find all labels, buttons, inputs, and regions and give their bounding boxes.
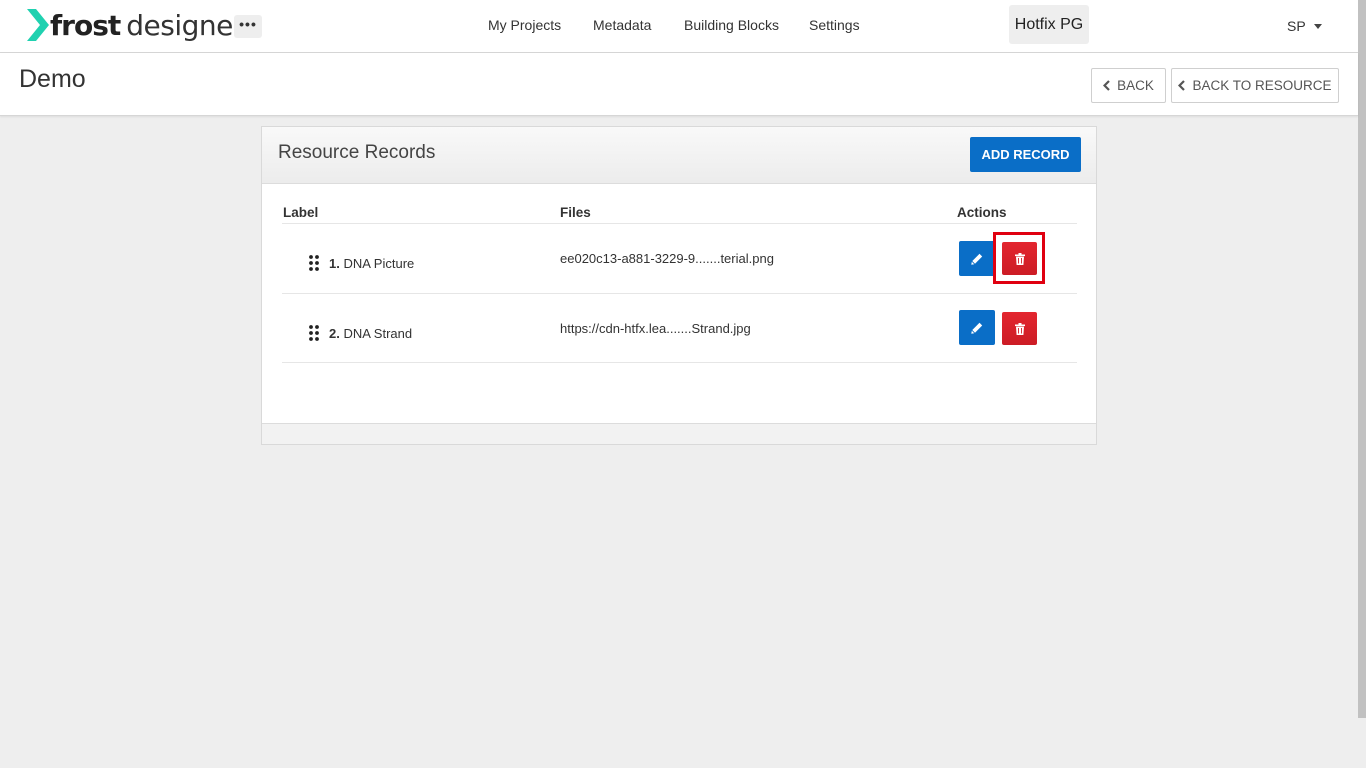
top-navbar: frost designer ••• My Projects Metadata … — [0, 0, 1358, 53]
back-button-label: BACK — [1117, 78, 1154, 93]
row-divider — [282, 362, 1077, 363]
record-label: 1. DNA Picture — [329, 256, 414, 271]
record-name: DNA Picture — [343, 256, 415, 271]
add-record-button[interactable]: ADD RECORD — [970, 137, 1081, 172]
column-header-label: Label — [283, 205, 319, 220]
edit-record-button[interactable] — [959, 241, 995, 276]
row-divider — [282, 293, 1077, 294]
project-selector[interactable]: Hotfix PG — [1009, 5, 1089, 44]
pencil-icon — [971, 253, 983, 265]
panel-footer — [262, 423, 1096, 444]
nav-item-building-blocks[interactable]: Building Blocks — [684, 17, 779, 33]
user-initials: SP — [1287, 18, 1306, 34]
panel-header: Resource Records ADD RECORD — [262, 127, 1096, 184]
delete-record-button[interactable] — [1002, 312, 1037, 345]
record-name: DNA Strand — [343, 326, 413, 341]
nav-item-settings[interactable]: Settings — [809, 17, 860, 33]
logo-text-frost: frost — [50, 8, 121, 42]
back-to-resource-label: BACK TO RESOURCE — [1192, 78, 1332, 93]
column-header-files: Files — [560, 205, 591, 220]
header-divider — [282, 223, 1077, 224]
chevron-left-icon — [1103, 80, 1110, 91]
column-header-actions: Actions — [957, 205, 1007, 220]
logo-text-designer: designer — [126, 8, 244, 42]
resource-records-panel: Resource Records ADD RECORD Label Files … — [261, 126, 1097, 445]
chevron-left-icon — [1178, 80, 1186, 91]
more-options-button[interactable]: ••• — [234, 15, 262, 38]
pencil-icon — [971, 322, 983, 334]
page-header: Demo BACK BACK TO RESOURCE — [0, 53, 1358, 116]
page-scrollbar[interactable] — [1358, 0, 1366, 718]
user-menu[interactable]: SP — [1287, 18, 1322, 34]
record-number: 1. — [329, 256, 340, 271]
frost-designer-logo[interactable]: frost designer — [27, 8, 244, 42]
panel-title: Resource Records — [278, 142, 436, 163]
record-number: 2. — [329, 326, 340, 341]
caret-down-icon — [1313, 23, 1322, 29]
highlight-box — [993, 232, 1045, 284]
back-button[interactable]: BACK — [1091, 68, 1166, 103]
nav-item-my-projects[interactable]: My Projects — [488, 17, 561, 33]
drag-handle-icon[interactable] — [309, 255, 319, 271]
page-title: Demo — [19, 65, 86, 93]
record-file: ee020c13-a881-3229-9.......terial.png — [560, 251, 774, 266]
nav-item-metadata[interactable]: Metadata — [593, 17, 651, 33]
trash-icon — [1014, 322, 1025, 335]
logo-chevron-icon — [27, 9, 49, 41]
record-file: https://cdn-htfx.lea.......Strand.jpg — [560, 321, 751, 336]
drag-handle-icon[interactable] — [309, 325, 319, 341]
back-to-resource-button[interactable]: BACK TO RESOURCE — [1171, 68, 1339, 103]
record-label: 2. DNA Strand — [329, 326, 412, 341]
edit-record-button[interactable] — [959, 310, 995, 345]
